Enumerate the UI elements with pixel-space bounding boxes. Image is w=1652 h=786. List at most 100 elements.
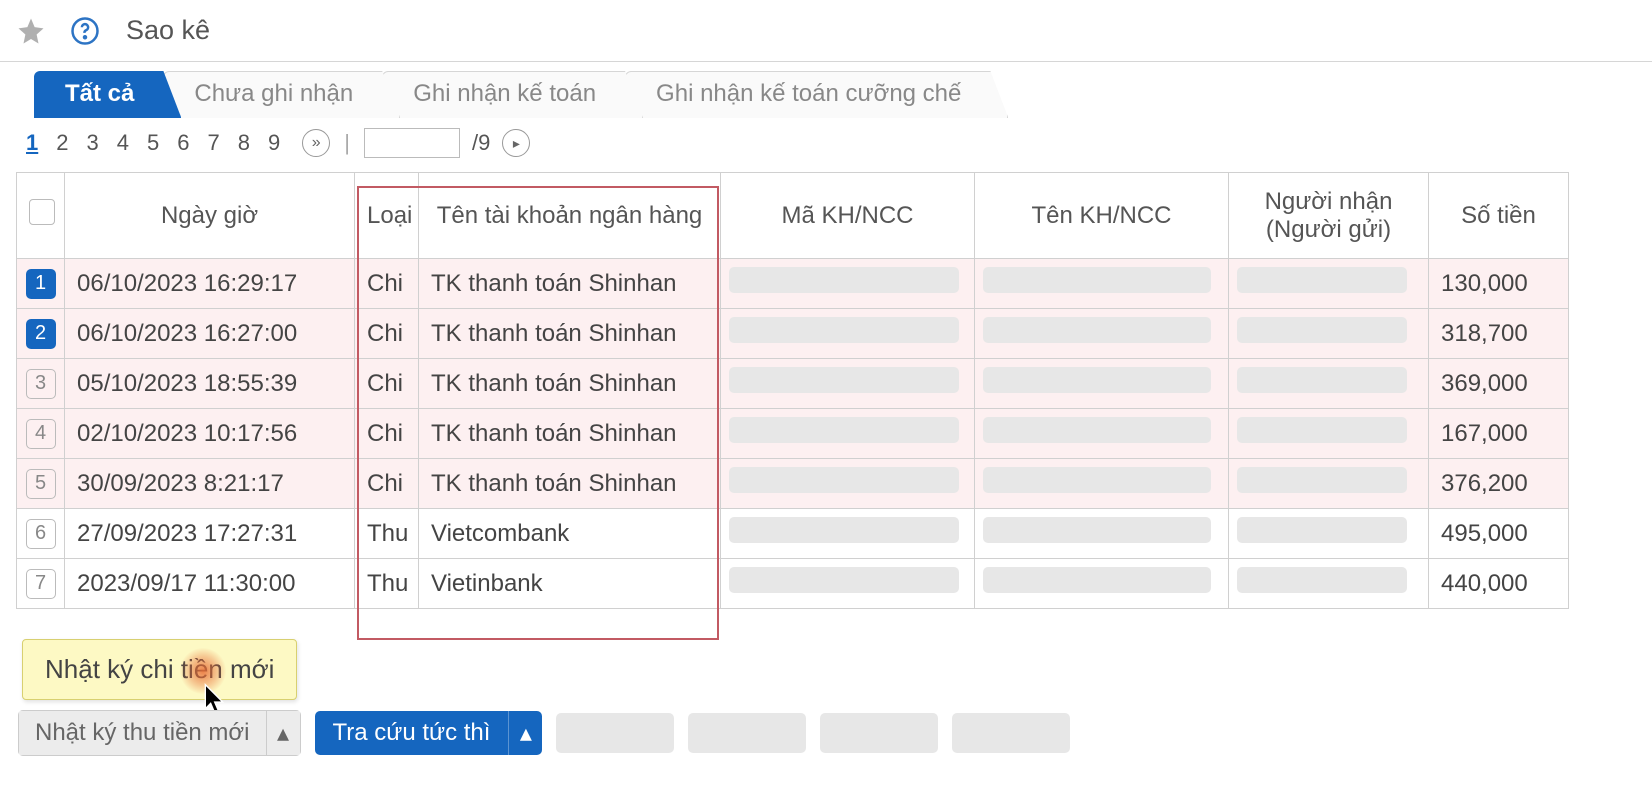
row-number[interactable]: 4 bbox=[17, 409, 65, 459]
table: Ngày giờ Loại Tên tài khoản ngân hàng Mã… bbox=[0, 172, 1652, 609]
select-all-checkbox[interactable] bbox=[29, 199, 55, 225]
redacted bbox=[1237, 267, 1407, 293]
page-input[interactable] bbox=[364, 128, 460, 158]
cell-type: Thu bbox=[355, 559, 419, 609]
col-check[interactable] bbox=[17, 173, 65, 259]
page-total-value: 9 bbox=[478, 130, 490, 155]
cell-code[interactable] bbox=[721, 559, 975, 609]
page-7[interactable]: 7 bbox=[202, 130, 226, 156]
col-date[interactable]: Ngày giờ bbox=[65, 173, 355, 259]
col-code[interactable]: Mã KH/NCC bbox=[721, 173, 975, 259]
page-8[interactable]: 8 bbox=[232, 130, 256, 156]
cell-type: Chi bbox=[355, 359, 419, 409]
help-icon[interactable] bbox=[70, 16, 100, 46]
cell-recv[interactable] bbox=[1229, 559, 1429, 609]
row-number[interactable]: 1 bbox=[17, 259, 65, 309]
cell-code[interactable] bbox=[721, 309, 975, 359]
table-row[interactable]: 72023/09/17 11:30:00ThuVietinbank440,000 bbox=[17, 559, 1569, 609]
col-bank[interactable]: Tên tài khoản ngân hàng bbox=[419, 173, 721, 259]
page-title: Sao kê bbox=[126, 15, 210, 46]
table-row[interactable]: 530/09/2023 8:21:17ChiTK thanh toán Shin… bbox=[17, 459, 1569, 509]
cell-date: 06/10/2023 16:27:00 bbox=[65, 309, 355, 359]
redacted bbox=[1237, 317, 1407, 343]
cell-amount: 495,000 bbox=[1429, 509, 1569, 559]
col-amt[interactable]: Số tiền bbox=[1429, 173, 1569, 259]
cell-bank: Vietcombank bbox=[419, 509, 721, 559]
page-3[interactable]: 3 bbox=[81, 130, 105, 156]
cell-recv[interactable] bbox=[1229, 459, 1429, 509]
cell-recv[interactable] bbox=[1229, 359, 1429, 409]
table-row[interactable]: 206/10/2023 16:27:00ChiTK thanh toán Shi… bbox=[17, 309, 1569, 359]
cell-recv[interactable] bbox=[1229, 309, 1429, 359]
tab-recorded[interactable]: Ghi nhận kế toán bbox=[382, 71, 643, 118]
page-5[interactable]: 5 bbox=[141, 130, 165, 156]
tab-forced[interactable]: Ghi nhận kế toán cưỡng chế bbox=[625, 71, 1008, 118]
redacted bbox=[729, 317, 959, 343]
cell-amount: 440,000 bbox=[1429, 559, 1569, 609]
page-more-icon[interactable]: » bbox=[302, 129, 330, 157]
row-number[interactable]: 6 bbox=[17, 509, 65, 559]
page-4[interactable]: 4 bbox=[111, 130, 135, 156]
cell-date: 06/10/2023 16:29:17 bbox=[65, 259, 355, 309]
page-1[interactable]: 1 bbox=[20, 130, 44, 156]
redacted bbox=[983, 367, 1211, 393]
cell-bank: TK thanh toán Shinhan bbox=[419, 309, 721, 359]
cell-code[interactable] bbox=[721, 509, 975, 559]
cell-name[interactable] bbox=[975, 309, 1229, 359]
caret-up-icon[interactable]: ▴ bbox=[267, 710, 301, 756]
cell-name[interactable] bbox=[975, 509, 1229, 559]
redacted bbox=[729, 367, 959, 393]
instant-lookup-button[interactable]: Tra cứu tức thì ▴ bbox=[315, 711, 543, 755]
table-row[interactable]: 305/10/2023 18:55:39ChiTK thanh toán Shi… bbox=[17, 359, 1569, 409]
redacted bbox=[729, 467, 959, 493]
new-receipt-log-button[interactable]: Nhật ký thu tiền mới ▴ bbox=[18, 710, 301, 756]
row-number[interactable]: 7 bbox=[17, 559, 65, 609]
footer-button-redacted-2[interactable] bbox=[688, 713, 806, 753]
cell-type: Chi bbox=[355, 409, 419, 459]
popup-menu-item[interactable]: Nhật ký chi tiền mới bbox=[22, 639, 297, 700]
new-receipt-log-label[interactable]: Nhật ký thu tiền mới bbox=[18, 710, 267, 756]
page-2[interactable]: 2 bbox=[50, 130, 74, 156]
page-9[interactable]: 9 bbox=[262, 130, 286, 156]
caret-up-icon[interactable]: ▴ bbox=[508, 711, 542, 755]
footer-button-redacted-1[interactable] bbox=[556, 713, 674, 753]
redacted bbox=[1237, 517, 1407, 543]
page-6[interactable]: 6 bbox=[171, 130, 195, 156]
cell-name[interactable] bbox=[975, 459, 1229, 509]
col-recv[interactable]: Người nhận (Người gửi) bbox=[1229, 173, 1429, 259]
cell-name[interactable] bbox=[975, 359, 1229, 409]
cell-name[interactable] bbox=[975, 259, 1229, 309]
footer-button-redacted-3[interactable] bbox=[820, 713, 938, 753]
cell-name[interactable] bbox=[975, 559, 1229, 609]
cell-code[interactable] bbox=[721, 359, 975, 409]
cell-amount: 318,700 bbox=[1429, 309, 1569, 359]
cell-recv[interactable] bbox=[1229, 509, 1429, 559]
col-name[interactable]: Tên KH/NCC bbox=[975, 173, 1229, 259]
cell-recv[interactable] bbox=[1229, 259, 1429, 309]
instant-lookup-label[interactable]: Tra cứu tức thì bbox=[315, 711, 509, 755]
pagination: 1 2 3 4 5 6 7 8 9 » | /9 ▸ bbox=[0, 118, 1652, 172]
page-go-icon[interactable]: ▸ bbox=[502, 129, 530, 157]
col-type[interactable]: Loại bbox=[355, 173, 419, 259]
table-row[interactable]: 402/10/2023 10:17:56ChiTK thanh toán Shi… bbox=[17, 409, 1569, 459]
cell-name[interactable] bbox=[975, 409, 1229, 459]
row-number[interactable]: 3 bbox=[17, 359, 65, 409]
tab-unrecorded[interactable]: Chưa ghi nhận bbox=[163, 71, 400, 118]
table-row[interactable]: 106/10/2023 16:29:17ChiTK thanh toán Shi… bbox=[17, 259, 1569, 309]
cell-type: Thu bbox=[355, 509, 419, 559]
cell-recv[interactable] bbox=[1229, 409, 1429, 459]
row-number[interactable]: 2 bbox=[17, 309, 65, 359]
cell-type: Chi bbox=[355, 309, 419, 359]
cell-code[interactable] bbox=[721, 409, 975, 459]
footer: Nhật ký thu tiền mới ▴ Tra cứu tức thì ▴ bbox=[18, 710, 1070, 756]
table-row[interactable]: 627/09/2023 17:27:31ThuVietcombank495,00… bbox=[17, 509, 1569, 559]
cell-bank: TK thanh toán Shinhan bbox=[419, 259, 721, 309]
footer-button-redacted-4[interactable] bbox=[952, 713, 1070, 753]
row-number[interactable]: 5 bbox=[17, 459, 65, 509]
tab-all[interactable]: Tất cả bbox=[34, 71, 181, 118]
redacted bbox=[983, 317, 1211, 343]
cell-code[interactable] bbox=[721, 459, 975, 509]
cell-code[interactable] bbox=[721, 259, 975, 309]
star-icon[interactable] bbox=[16, 16, 46, 46]
redacted bbox=[983, 467, 1211, 493]
